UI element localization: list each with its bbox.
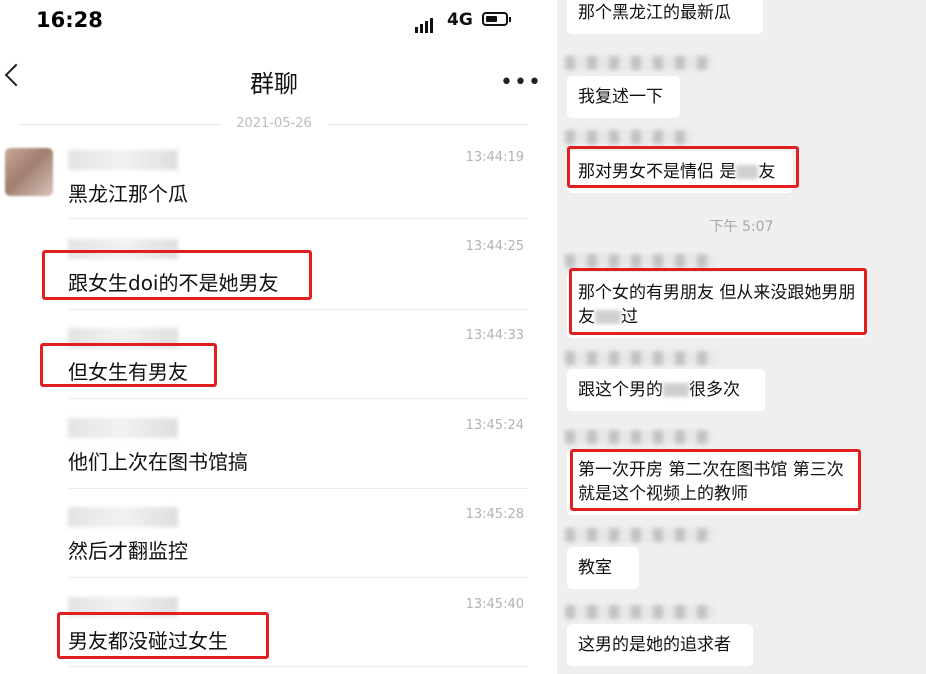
message-time: 13:45:40 — [465, 597, 524, 612]
message-bubble[interactable]: 这男的是她的追求者 — [567, 624, 753, 666]
divider — [68, 398, 528, 399]
divider — [68, 218, 528, 219]
sender-name-blurred — [565, 254, 715, 268]
page-title: 群聊 — [250, 70, 298, 98]
message-text: 他们上次在图书馆搞 — [68, 450, 248, 474]
message-time: 13:45:24 — [465, 418, 524, 433]
network-type: 4G — [447, 10, 473, 30]
divider — [68, 577, 528, 578]
left-screenshot: 16:28 4G 群聊 ••• 2021-05-26 13:44:19 黑龙江那… — [0, 0, 548, 674]
status-time: 16:28 — [36, 8, 103, 32]
message-text: 跟这个男的 — [578, 380, 663, 400]
message-text: 教室 — [578, 558, 612, 578]
highlight-box — [567, 146, 799, 188]
divider — [68, 488, 528, 489]
sender-name-blurred — [68, 507, 178, 527]
message-text-suffix: 很多次 — [689, 380, 740, 400]
message-time: 13:45:28 — [465, 507, 524, 522]
sender-name-blurred — [565, 130, 693, 144]
sender-name-blurred — [68, 418, 178, 438]
highlight-box — [57, 612, 269, 659]
highlight-box — [42, 250, 312, 300]
sender-name-blurred — [565, 351, 717, 365]
divider — [68, 666, 528, 667]
message-time: 13:44:19 — [465, 150, 524, 165]
message-text: 黑龙江那个瓜 — [68, 182, 188, 206]
message-text: 我复述一下 — [578, 87, 663, 107]
sender-name-blurred — [565, 430, 713, 444]
divider — [68, 309, 528, 310]
message-time: 13:44:33 — [465, 328, 524, 343]
message-time: 13:44:25 — [465, 239, 524, 254]
battery-icon — [482, 12, 511, 26]
sender-name-blurred — [565, 528, 715, 542]
sender-name-blurred — [565, 56, 713, 70]
message-bubble[interactable]: 我复述一下 — [567, 76, 680, 118]
blurred-word — [663, 383, 689, 397]
highlight-box — [569, 268, 867, 335]
panel-divider — [548, 0, 557, 674]
avatar[interactable] — [5, 148, 53, 196]
message-bubble[interactable]: 教室 — [567, 547, 639, 589]
highlight-box — [40, 343, 217, 387]
message-text: 然后才翻监控 — [68, 539, 188, 563]
time-divider: 下午 5:07 — [709, 219, 774, 235]
date-divider: 2021-05-26 — [0, 116, 548, 132]
sender-name-blurred — [68, 150, 178, 170]
signal-icon — [415, 14, 435, 33]
sender-name-blurred — [565, 605, 715, 619]
message-bubble[interactable]: 跟这个男的 很多次 — [567, 369, 765, 411]
highlight-box — [570, 449, 861, 511]
message-text: 这男的是她的追求者 — [578, 635, 731, 655]
right-screenshot: 那个黑龙江的最新瓜 我复述一下 那对男女不是情侣 是友 下午 5:07 那个女的… — [557, 0, 926, 674]
message-bubble[interactable]: 那个黑龙江的最新瓜 — [567, 0, 763, 34]
more-options-icon[interactable]: ••• — [500, 70, 542, 95]
message-text: 那个黑龙江的最新瓜 — [578, 3, 731, 23]
